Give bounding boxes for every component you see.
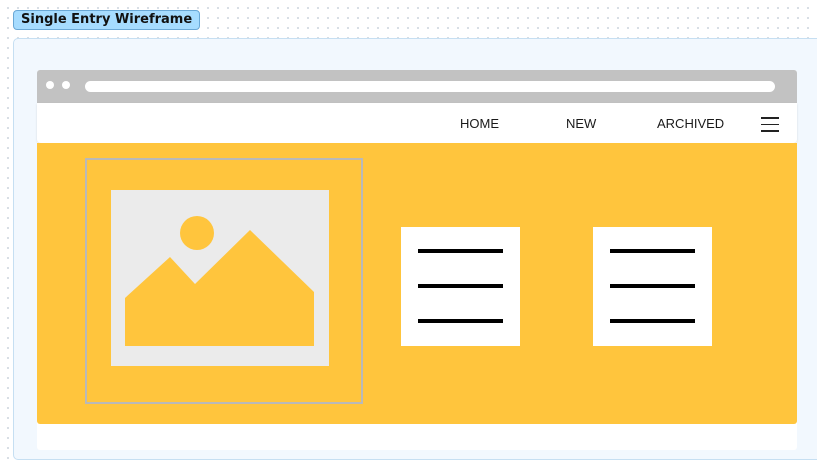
hamburger-menu-icon[interactable]: [761, 117, 779, 132]
mountain-sun-icon: [125, 216, 314, 346]
text-line-icon: [610, 249, 695, 253]
text-card: [593, 227, 712, 346]
text-line-icon: [418, 249, 503, 253]
browser-toolbar: [37, 70, 797, 103]
text-line-icon: [418, 284, 503, 288]
text-card: [401, 227, 520, 346]
image-frame: [85, 158, 363, 404]
sun-icon: [180, 216, 214, 250]
nav-link-home[interactable]: HOME: [460, 116, 499, 131]
hero-section: [37, 143, 797, 424]
text-line-icon: [610, 284, 695, 288]
frame-label[interactable]: Single Entry Wireframe: [13, 10, 201, 30]
text-line-icon: [610, 319, 695, 323]
address-bar[interactable]: [85, 81, 775, 92]
navigation-bar: HOME NEW ARCHIVED: [37, 103, 797, 143]
window-control-dot-icon: [46, 81, 54, 89]
window-control-dot-icon: [62, 81, 70, 89]
nav-link-archived[interactable]: ARCHIVED: [657, 116, 724, 131]
nav-link-new[interactable]: NEW: [566, 116, 596, 131]
image-placeholder-icon: [111, 190, 329, 366]
text-line-icon: [418, 319, 503, 323]
browser-window: HOME NEW ARCHIVED: [37, 70, 797, 450]
mountains-icon: [125, 230, 314, 346]
